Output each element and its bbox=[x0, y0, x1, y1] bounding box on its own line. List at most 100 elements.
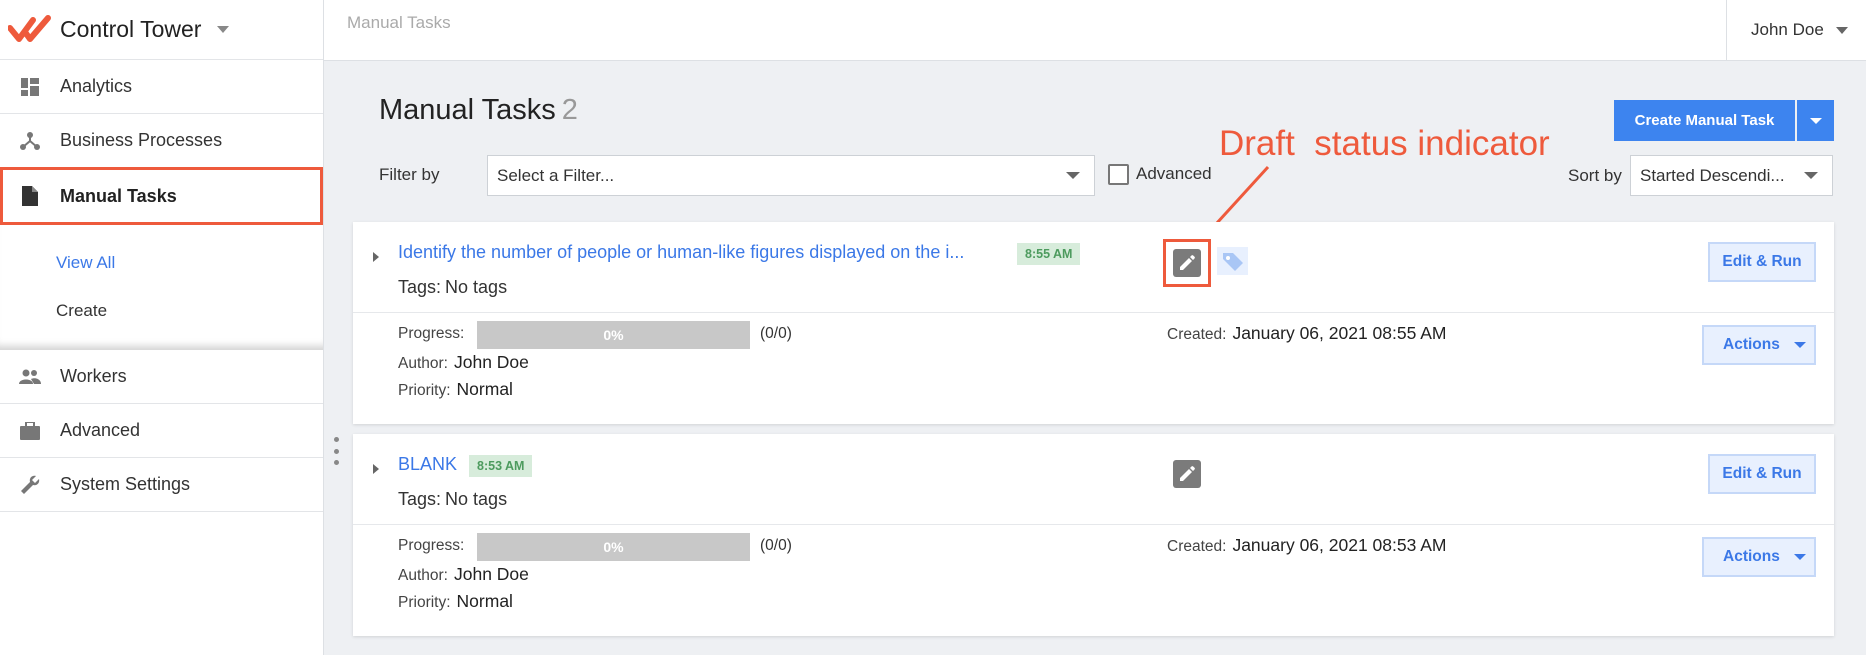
sidebar-item-label: Manual Tasks bbox=[60, 185, 177, 206]
sort-select[interactable]: Started Descendi... bbox=[1630, 155, 1833, 196]
submenu-view-all[interactable]: View All bbox=[0, 239, 323, 287]
priority-label: Priority: bbox=[398, 382, 451, 399]
wrench-icon bbox=[19, 474, 41, 496]
created-row: Created: January 06, 2021 08:53 AM bbox=[1167, 535, 1447, 556]
actions-label: Actions bbox=[1723, 336, 1780, 353]
logo-icon bbox=[8, 14, 51, 42]
sidebar-item-label: System Settings bbox=[60, 474, 191, 494]
task-title-link[interactable]: Identify the number of people or human-l… bbox=[398, 242, 964, 263]
submenu-create[interactable]: Create bbox=[0, 287, 323, 335]
sort-select-value: Started Descendi... bbox=[1640, 165, 1785, 185]
chevron-down-icon bbox=[1793, 342, 1806, 348]
priority-row: Priority: Normal bbox=[398, 591, 513, 612]
priority-row: Priority: Normal bbox=[398, 379, 513, 400]
filter-label: Filter by bbox=[379, 165, 440, 184]
progress-label: Progress: bbox=[398, 537, 465, 554]
author-label: Author: bbox=[398, 355, 448, 372]
user-menu[interactable]: John Doe bbox=[1726, 0, 1866, 60]
task-title-link[interactable]: BLANK bbox=[398, 454, 457, 475]
sidebar-item-label: Analytics bbox=[60, 76, 133, 96]
progress-count: (0/0) bbox=[760, 537, 792, 554]
progress-percent: 0% bbox=[603, 539, 624, 555]
author-row: Author: John Doe bbox=[398, 352, 529, 373]
chevron-down-icon bbox=[1066, 172, 1080, 179]
progress-count: (0/0) bbox=[760, 325, 792, 342]
annotation-label: Draft status indicator bbox=[1219, 124, 1550, 163]
create-manual-task-button[interactable]: Create Manual Task bbox=[1614, 100, 1795, 141]
brand-name: Control Tower bbox=[60, 16, 202, 42]
user-name: John Doe bbox=[1751, 20, 1824, 39]
created-value: January 06, 2021 08:55 AM bbox=[1232, 323, 1447, 343]
priority-value: Normal bbox=[456, 379, 513, 399]
created-label: Created: bbox=[1167, 326, 1227, 343]
time-badge: 8:53 AM bbox=[469, 455, 533, 477]
task-tags: Tags: No tags bbox=[398, 277, 507, 298]
tags-value: No tags bbox=[445, 489, 508, 509]
author-label: Author: bbox=[398, 567, 448, 584]
create-options-dropdown-button[interactable] bbox=[1797, 100, 1834, 141]
filter-select-value: Select a Filter... bbox=[497, 165, 615, 185]
tag-icon bbox=[1217, 247, 1248, 275]
breadcrumb: Manual Tasks bbox=[347, 13, 451, 32]
author-row: Author: John Doe bbox=[398, 564, 529, 585]
page-title-text: Manual Tasks bbox=[379, 94, 556, 126]
sidebar-item-label: Advanced bbox=[60, 420, 141, 440]
chevron-down-icon bbox=[1804, 172, 1818, 179]
people-icon bbox=[19, 366, 41, 388]
dashboard-icon bbox=[19, 76, 41, 98]
progress-percent: 0% bbox=[603, 327, 624, 343]
chevron-down-icon bbox=[1809, 117, 1822, 124]
expand-arrow-icon[interactable] bbox=[373, 464, 379, 474]
pencil-icon bbox=[1173, 249, 1201, 277]
progress-row: Progress: bbox=[398, 537, 470, 555]
time-badge: 8:55 AM bbox=[1017, 243, 1081, 265]
tags-label: Tags: bbox=[398, 489, 442, 509]
progress-bar: 0% bbox=[477, 533, 750, 561]
actions-dropdown-button[interactable]: Actions bbox=[1702, 537, 1816, 577]
task-count: 2 bbox=[561, 94, 578, 126]
sidebar-item-label: Workers bbox=[60, 366, 127, 386]
chevron-down-icon bbox=[217, 26, 230, 33]
tags-value: No tags bbox=[445, 277, 508, 297]
task-tags: Tags: No tags bbox=[398, 489, 507, 510]
sidebar-item-analytics[interactable]: Analytics bbox=[0, 60, 323, 114]
task-card: Identify the number of people or human-l… bbox=[353, 222, 1834, 424]
brand-switcher[interactable]: Control Tower bbox=[0, 0, 323, 60]
author-value: John Doe bbox=[453, 564, 529, 584]
actions-label: Actions bbox=[1723, 548, 1780, 565]
sidebar-resize-handle[interactable] bbox=[334, 437, 340, 465]
page-title: Manual Tasks 2 bbox=[379, 94, 578, 127]
top-bar: Manual Tasks John Doe bbox=[324, 0, 1866, 61]
created-value: January 06, 2021 08:53 AM bbox=[1232, 535, 1447, 555]
sidebar-item-system-settings[interactable]: System Settings bbox=[0, 458, 323, 512]
chevron-down-icon bbox=[1835, 26, 1848, 34]
progress-row: Progress: bbox=[398, 325, 470, 343]
sort-label: Sort by bbox=[1568, 166, 1622, 185]
sidebar-item-manual-tasks[interactable]: Manual Tasks bbox=[0, 167, 323, 225]
edit-run-button[interactable]: Edit & Run bbox=[1708, 454, 1816, 494]
chevron-down-icon bbox=[1793, 554, 1806, 560]
pencil-icon bbox=[1173, 460, 1201, 488]
priority-value: Normal bbox=[456, 591, 513, 611]
progress-label: Progress: bbox=[398, 325, 465, 342]
expand-arrow-icon[interactable] bbox=[373, 252, 379, 262]
filter-select[interactable]: Select a Filter... bbox=[487, 155, 1095, 196]
manual-tasks-submenu: View All Create bbox=[0, 225, 323, 350]
tags-label: Tags: bbox=[398, 277, 442, 297]
created-row: Created: January 06, 2021 08:55 AM bbox=[1167, 323, 1447, 344]
sidebar-item-advanced[interactable]: Advanced bbox=[0, 404, 323, 458]
sidebar: Control Tower Analytics Business Process… bbox=[0, 0, 324, 655]
progress-bar: 0% bbox=[477, 321, 750, 349]
edit-run-button[interactable]: Edit & Run bbox=[1708, 242, 1816, 282]
sidebar-item-workers[interactable]: Workers bbox=[0, 350, 323, 404]
task-card: BLANK 8:53 AM Tags: No tags Edit & Run Pr… bbox=[353, 434, 1834, 636]
process-icon bbox=[19, 130, 41, 152]
actions-dropdown-button[interactable]: Actions bbox=[1702, 325, 1816, 365]
author-value: John Doe bbox=[453, 352, 529, 372]
advanced-checkbox[interactable] bbox=[1108, 164, 1129, 185]
document-icon bbox=[19, 185, 41, 207]
sidebar-item-business-processes[interactable]: Business Processes bbox=[0, 114, 323, 168]
priority-label: Priority: bbox=[398, 594, 451, 611]
created-label: Created: bbox=[1167, 538, 1227, 555]
briefcase-icon bbox=[19, 420, 41, 442]
